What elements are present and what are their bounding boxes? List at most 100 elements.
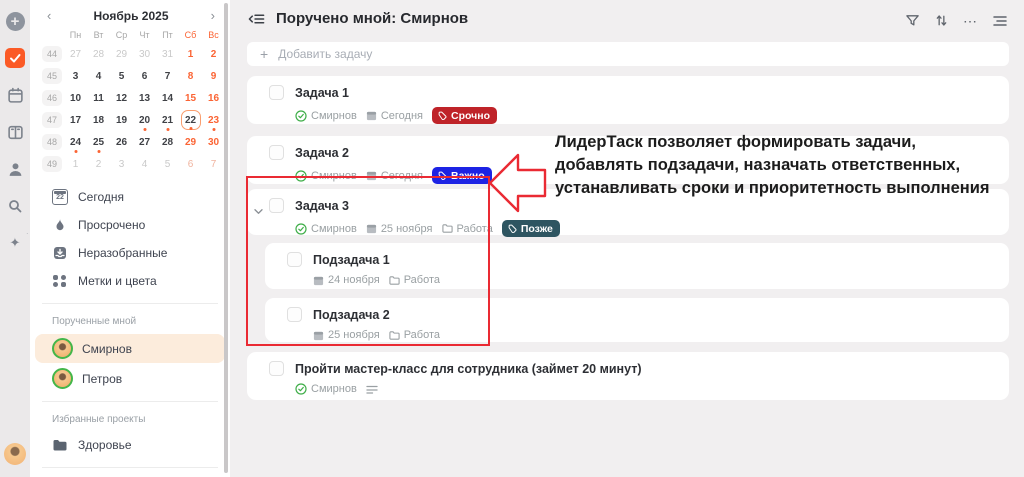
- task-checkbox[interactable]: [269, 361, 284, 376]
- calendar-day[interactable]: 18: [89, 110, 109, 130]
- task-checkbox[interactable]: [287, 252, 302, 267]
- calendar-day[interactable]: 15: [181, 88, 201, 108]
- calendar-day[interactable]: 30: [204, 132, 224, 152]
- task-date[interactable]: Сегодня: [366, 170, 423, 182]
- tasks-icon[interactable]: [5, 48, 25, 68]
- priority-badge-urgent[interactable]: Срочно: [432, 107, 497, 124]
- calendar-day-selected[interactable]: 22: [181, 110, 201, 130]
- calendar-day[interactable]: 10: [66, 88, 86, 108]
- priority-badge-important[interactable]: Важно: [432, 167, 492, 184]
- task-date[interactable]: Сегодня: [366, 110, 423, 122]
- calendar-day[interactable]: 5: [112, 66, 132, 86]
- sidebar-item-inbox[interactable]: Неразобранные: [30, 239, 230, 267]
- section-assigned-label: Порученные мной: [30, 310, 230, 333]
- task-project[interactable]: Работа: [389, 274, 440, 286]
- calendar-day[interactable]: 5: [158, 154, 178, 174]
- calendar-day[interactable]: 28: [89, 44, 109, 64]
- task-checkbox[interactable]: [269, 145, 284, 160]
- project-folder-icon: [442, 223, 453, 234]
- calendar-day[interactable]: 2: [204, 44, 224, 64]
- sidebar-item-smirnov[interactable]: Смирнов: [35, 334, 225, 363]
- chevron-down-icon[interactable]: [254, 202, 263, 220]
- sidebar-scrollbar[interactable]: [224, 3, 228, 473]
- assignee-check-icon: [295, 170, 307, 182]
- task-assignee[interactable]: Смирнов: [295, 223, 357, 235]
- filter-icon[interactable]: [904, 12, 921, 29]
- calendar-day[interactable]: 31: [158, 44, 178, 64]
- more-icon[interactable]: ⋯: [962, 12, 979, 29]
- calendar-icon[interactable]: [5, 85, 25, 105]
- add-task-input[interactable]: + Добавить задачу: [247, 42, 1009, 66]
- sort-icon[interactable]: [933, 12, 950, 29]
- dow-label: Вт: [94, 27, 104, 43]
- task-date[interactable]: 24 ноября: [313, 274, 380, 286]
- calendar-day[interactable]: 19: [112, 110, 132, 130]
- calendar-day[interactable]: 1: [181, 44, 201, 64]
- task-checkbox[interactable]: [269, 198, 284, 213]
- task-date[interactable]: 25 ноября: [313, 329, 380, 341]
- calendar-day[interactable]: 16: [204, 88, 224, 108]
- calendar-day[interactable]: 25: [89, 132, 109, 152]
- calendar-day[interactable]: 12: [112, 88, 132, 108]
- priority-badge-later[interactable]: Позже: [502, 220, 560, 237]
- calendar-day[interactable]: 17: [66, 110, 86, 130]
- calendar-day[interactable]: 26: [112, 132, 132, 152]
- search-icon[interactable]: [5, 196, 25, 216]
- calendar-day[interactable]: 13: [135, 88, 155, 108]
- person-icon[interactable]: [5, 159, 25, 179]
- calendar-day[interactable]: 20: [135, 110, 155, 130]
- calendar-day[interactable]: 9: [204, 66, 224, 86]
- sidebar-item-labels[interactable]: Метки и цвета: [30, 267, 230, 295]
- calendar-day[interactable]: 4: [135, 154, 155, 174]
- calendar-day[interactable]: 24: [66, 132, 86, 152]
- notes-icon[interactable]: [366, 384, 378, 394]
- sidebar-item-petrov[interactable]: Петров: [35, 364, 225, 393]
- view-options-icon[interactable]: [991, 12, 1008, 29]
- project-name: Здоровье: [78, 438, 132, 452]
- calendar-day[interactable]: 27: [135, 132, 155, 152]
- profile-avatar[interactable]: [4, 443, 26, 465]
- task-card-1[interactable]: Задача 1 Смирнов Сегодня Срочно: [247, 76, 1009, 124]
- calendar-day[interactable]: 1: [66, 154, 86, 174]
- assignee-check-icon: [295, 383, 307, 395]
- collapse-panel-icon[interactable]: [248, 10, 265, 27]
- calendar-day[interactable]: 14: [158, 88, 178, 108]
- task-project[interactable]: Работа: [389, 329, 440, 341]
- calendar-day[interactable]: 6: [135, 66, 155, 86]
- calendar-day[interactable]: 21: [158, 110, 178, 130]
- calendar-day[interactable]: 7: [158, 66, 178, 86]
- calendar-day[interactable]: 11: [89, 88, 109, 108]
- task-checkbox[interactable]: [287, 307, 302, 322]
- sidebar-item-overdue[interactable]: Просрочено: [30, 211, 230, 239]
- calendar-day[interactable]: 4: [89, 66, 109, 86]
- calendar-prev-button[interactable]: ‹: [44, 8, 54, 23]
- task-card-masterclass[interactable]: Пройти мастер-класс для сотрудника (займ…: [247, 352, 1009, 400]
- menu-label: Неразобранные: [78, 246, 167, 260]
- task-assignee[interactable]: Смирнов: [295, 383, 357, 395]
- subtask-card-1[interactable]: Подзадача 1 24 ноября Работа: [265, 243, 1009, 289]
- calendar-day[interactable]: 28: [158, 132, 178, 152]
- task-assignee[interactable]: Смирнов: [295, 170, 357, 182]
- calendar-day[interactable]: 2: [89, 154, 109, 174]
- calendar-day[interactable]: 27: [66, 44, 86, 64]
- calendar-day[interactable]: 3: [112, 154, 132, 174]
- calendar-day[interactable]: 6: [181, 154, 201, 174]
- calendar-day[interactable]: 29: [112, 44, 132, 64]
- calendar-day[interactable]: 30: [135, 44, 155, 64]
- calendar-next-button[interactable]: ›: [208, 8, 218, 23]
- sidebar-item-today[interactable]: 22 Сегодня: [30, 183, 230, 211]
- add-icon[interactable]: +: [6, 12, 25, 31]
- calendar-day[interactable]: 23: [204, 110, 224, 130]
- task-date[interactable]: 25 ноября: [366, 223, 433, 235]
- task-project[interactable]: Работа: [442, 223, 493, 235]
- sparkles-icon[interactable]: ✦∙: [5, 233, 25, 253]
- calendar-day[interactable]: 3: [66, 66, 86, 86]
- task-assignee[interactable]: Смирнов: [295, 110, 357, 122]
- calendar-day[interactable]: 8: [181, 66, 201, 86]
- kanban-icon[interactable]: [5, 122, 25, 142]
- sidebar-item-zdorovye[interactable]: Здоровье: [30, 431, 230, 459]
- subtask-card-2[interactable]: Подзадача 2 25 ноября Работа: [265, 298, 1009, 342]
- task-checkbox[interactable]: [269, 85, 284, 100]
- calendar-day[interactable]: 29: [181, 132, 201, 152]
- calendar-day[interactable]: 7: [204, 154, 224, 174]
